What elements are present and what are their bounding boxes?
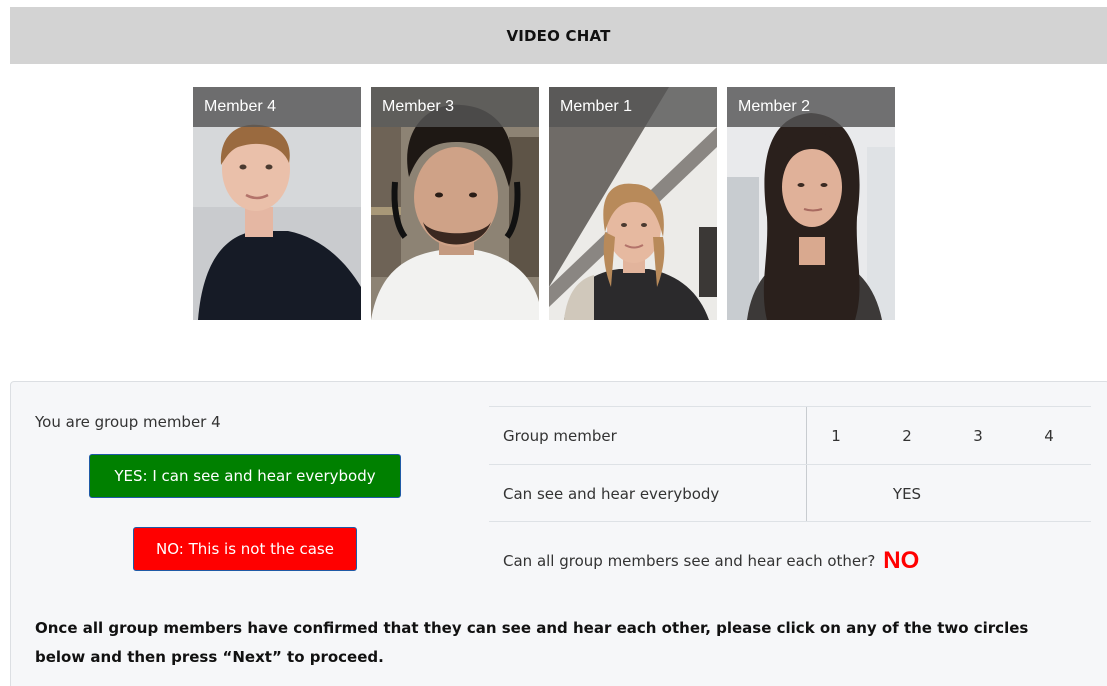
status-row-label: Can see and hear everybody: [503, 485, 720, 503]
video-tile-member-1: Member 1: [549, 87, 717, 320]
yes-confirm-button[interactable]: YES: I can see and hear everybody: [89, 454, 401, 498]
member-column-2: 2: [902, 427, 912, 445]
tile-label: Member 2: [727, 87, 895, 127]
table-status-row: Can see and hear everybody YES: [489, 464, 1091, 522]
member-column-1: 1: [831, 427, 841, 445]
header-bar: VIDEO CHAT: [10, 7, 1107, 64]
confirmation-panel: You are group member 4 YES: I can see an…: [10, 381, 1107, 686]
tile-label: Member 4: [193, 87, 361, 127]
column-divider: [806, 465, 807, 521]
no-reject-button[interactable]: NO: This is not the case: [133, 527, 357, 571]
video-tile-member-4: Member 4: [193, 87, 361, 320]
column-divider: [806, 407, 807, 464]
member-column-4: 4: [1044, 427, 1054, 445]
member-status-table: Group member 1 2 3 4 Can see and hear ev…: [489, 406, 1091, 522]
question-text: Can all group members see and hear each …: [503, 552, 876, 570]
group-member-info: You are group member 4: [35, 413, 221, 431]
page-title: VIDEO CHAT: [506, 26, 611, 45]
table-header-row: Group member 1 2 3 4: [489, 406, 1091, 464]
video-tile-member-3: Member 3: [371, 87, 539, 320]
member-column-3: 3: [973, 427, 983, 445]
member-2-status: YES: [892, 485, 922, 503]
group-status-question: Can all group members see and hear each …: [503, 547, 919, 575]
group-member-header: Group member: [503, 427, 617, 445]
tile-label: Member 3: [371, 87, 539, 127]
group-status-answer: NO: [883, 547, 920, 574]
video-tile-member-2: Member 2: [727, 87, 895, 320]
tile-label: Member 1: [549, 87, 717, 127]
instructions-text: Once all group members have confirmed th…: [35, 619, 1029, 666]
